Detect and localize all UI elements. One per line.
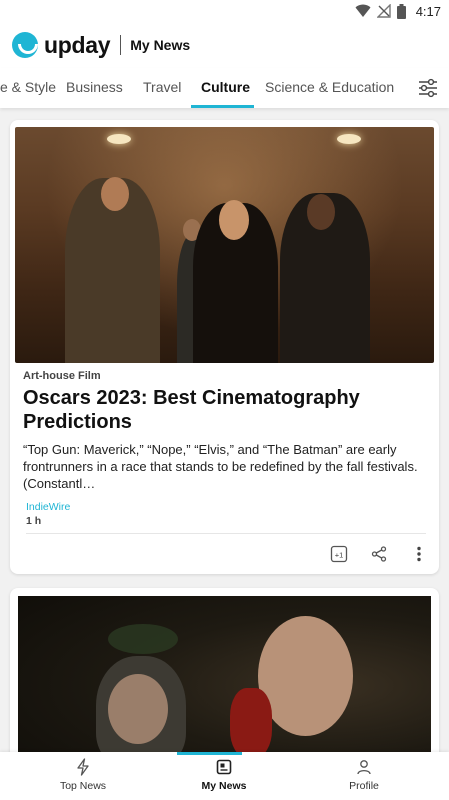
- article-image[interactable]: [15, 127, 434, 363]
- person-head: [258, 616, 353, 736]
- svg-text:+1: +1: [335, 550, 344, 559]
- active-tab-indicator: [191, 105, 254, 108]
- wifi-icon: [355, 4, 371, 17]
- person-head: [219, 200, 249, 240]
- my-news-icon: [216, 759, 232, 775]
- lightning-icon: [77, 758, 89, 776]
- person-icon: [357, 760, 371, 775]
- no-signal-icon: [376, 4, 391, 18]
- lamp-shape: [108, 624, 178, 654]
- article-excerpt: “Top Gun: Maverick,” “Nope,” “Elvis,” an…: [23, 442, 418, 491]
- nav-top-news[interactable]: Top News: [38, 758, 128, 792]
- card-divider: [26, 533, 426, 534]
- telephone-shape: [230, 688, 272, 758]
- brand-name: upday: [44, 31, 111, 58]
- tab-style[interactable]: e & Style: [0, 68, 56, 108]
- tab-travel[interactable]: Travel: [143, 68, 181, 108]
- nav-profile[interactable]: Profile: [319, 758, 409, 792]
- nav-label: Top News: [59, 780, 107, 792]
- nav-label: My News: [201, 780, 247, 792]
- person-head: [108, 674, 168, 744]
- bottom-navigation: Top News My News Profile: [0, 752, 449, 800]
- status-time: 4:17: [415, 3, 441, 19]
- page-title: My News: [130, 37, 191, 53]
- person-head: [307, 194, 335, 230]
- active-nav-indicator: [177, 752, 242, 755]
- person-head: [101, 177, 129, 211]
- plus-one-icon[interactable]: +1: [330, 545, 348, 563]
- tab-business[interactable]: Business: [66, 68, 123, 108]
- category-tabs: e & Style Business Travel Culture Scienc…: [0, 68, 449, 108]
- filter-settings-icon[interactable]: [417, 77, 439, 99]
- share-icon[interactable]: [370, 545, 388, 563]
- header-divider: [120, 35, 122, 55]
- more-vertical-icon[interactable]: [410, 545, 428, 563]
- nav-my-news[interactable]: My News: [179, 758, 269, 792]
- article-age: 1 h: [26, 515, 42, 527]
- ceiling-light: [337, 134, 361, 144]
- article-source[interactable]: IndieWire: [26, 501, 70, 513]
- tab-science-education[interactable]: Science & Education: [265, 68, 394, 108]
- article-card[interactable]: Art-house Film Oscars 2023: Best Cinemat…: [10, 120, 439, 574]
- tab-culture[interactable]: Culture: [201, 68, 250, 108]
- app-header: upday My News: [0, 22, 449, 68]
- nav-label: Profile: [349, 780, 379, 792]
- upday-logo-icon: [12, 32, 38, 58]
- battery-icon: [396, 3, 406, 19]
- ceiling-light: [107, 134, 131, 144]
- article-category: Art-house Film: [23, 370, 101, 382]
- article-title[interactable]: Oscars 2023: Best Cinematography Predict…: [23, 386, 423, 434]
- status-bar: 4:17: [0, 0, 449, 22]
